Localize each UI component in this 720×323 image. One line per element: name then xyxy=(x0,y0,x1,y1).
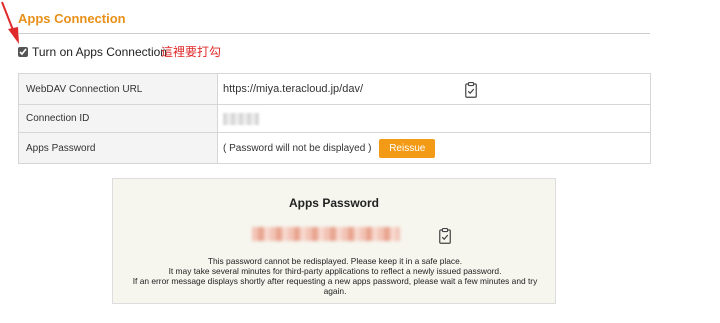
apps-connection-label: Turn on Apps Connection xyxy=(32,45,167,59)
table-row: Connection ID xyxy=(18,104,651,133)
table-row: WebDAV Connection URL https://miya.terac… xyxy=(18,73,651,105)
generated-password-redacted xyxy=(252,227,400,241)
connection-id-redacted xyxy=(223,112,259,125)
section-title: Apps Connection xyxy=(18,11,126,26)
panel-message-line: It may take several minutes for third-pa… xyxy=(168,266,502,276)
webdav-url-value: https://miya.teracloud.jp/dav/ xyxy=(223,83,364,95)
panel-title: Apps Password xyxy=(288,196,380,210)
connection-info-table: WebDAV Connection URL https://miya.terac… xyxy=(18,73,651,164)
annotation-note: 這裡要打勾 xyxy=(161,45,222,59)
copy-clipboard-icon[interactable] xyxy=(465,82,477,98)
section-divider xyxy=(18,33,650,34)
apps-password-panel: Apps Password This password cannot be re… xyxy=(112,178,556,304)
apps-connection-toggle[interactable]: Turn on Apps Connection xyxy=(18,45,167,59)
panel-message-line: If an error message displays shortly aft… xyxy=(132,276,538,296)
apps-password-label: Apps Password xyxy=(18,132,218,164)
webdav-url-label: WebDAV Connection URL xyxy=(18,73,218,105)
panel-message: This password cannot be redisplayed. Ple… xyxy=(123,256,547,296)
connection-id-label: Connection ID xyxy=(18,104,218,133)
table-row: Apps Password ( Password will not be dis… xyxy=(18,132,651,164)
copy-clipboard-icon[interactable] xyxy=(439,228,451,244)
panel-message-line: This password cannot be redisplayed. Ple… xyxy=(207,256,463,266)
webdav-url-cell: https://miya.teracloud.jp/dav/ xyxy=(217,73,651,105)
apps-connection-checkbox[interactable] xyxy=(18,47,28,57)
apps-password-cell: ( Password will not be displayed ) Reiss… xyxy=(217,132,651,164)
password-hidden-note: ( Password will not be displayed ) xyxy=(223,142,372,154)
reissue-button[interactable]: Reissue xyxy=(379,138,436,158)
connection-id-cell xyxy=(217,104,651,133)
